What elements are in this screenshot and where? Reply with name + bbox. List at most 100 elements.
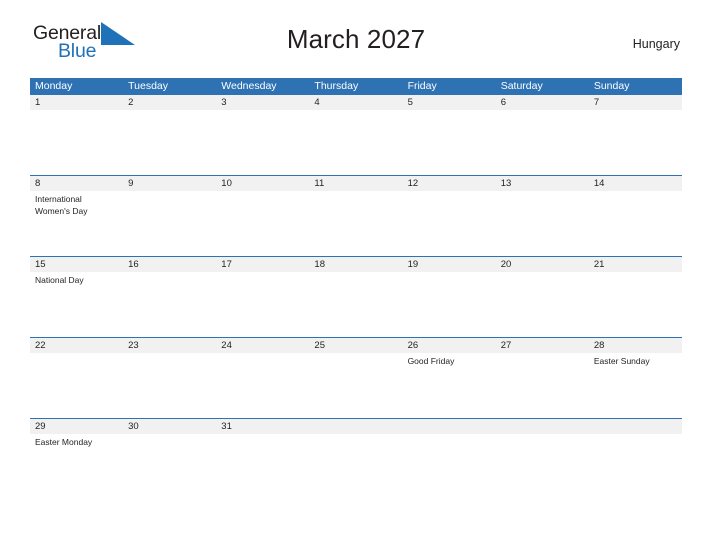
- event-label: Easter Monday: [35, 437, 93, 447]
- day-cell[interactable]: [403, 110, 496, 175]
- day-cell[interactable]: Easter Sunday: [589, 353, 682, 418]
- week-row: 22 23 24 25 26 27 28 Good Friday Easter …: [30, 337, 682, 418]
- day-number[interactable]: 26: [403, 338, 496, 353]
- day-number[interactable]: 5: [403, 95, 496, 110]
- week-date-strip: 8 9 10 11 12 13 14: [30, 176, 682, 191]
- day-cell[interactable]: [589, 110, 682, 175]
- week-event-strip: Good Friday Easter Sunday: [30, 353, 682, 418]
- day-number[interactable]: 25: [309, 338, 402, 353]
- day-cell[interactable]: [403, 191, 496, 256]
- day-cell[interactable]: [589, 191, 682, 256]
- day-cell[interactable]: [496, 272, 589, 337]
- week-row: 15 16 17 18 19 20 21 National Day: [30, 256, 682, 337]
- day-number[interactable]: 27: [496, 338, 589, 353]
- day-cell[interactable]: [30, 110, 123, 175]
- day-cell[interactable]: [309, 191, 402, 256]
- day-number[interactable]: 2: [123, 95, 216, 110]
- event-label: International Women's Day: [35, 194, 88, 216]
- week-date-strip: 15 16 17 18 19 20 21: [30, 257, 682, 272]
- day-cell[interactable]: National Day: [30, 272, 123, 337]
- day-number: [403, 419, 496, 434]
- day-number[interactable]: 30: [123, 419, 216, 434]
- day-cell: [403, 434, 496, 499]
- day-cell[interactable]: [123, 191, 216, 256]
- week-event-strip: National Day: [30, 272, 682, 337]
- week-event-strip: Easter Monday: [30, 434, 682, 499]
- day-cell: [309, 434, 402, 499]
- calendar-page: General Blue March 2027 Hungary Monday T…: [0, 0, 712, 550]
- day-number[interactable]: 6: [496, 95, 589, 110]
- day-number[interactable]: 23: [123, 338, 216, 353]
- day-number[interactable]: 3: [216, 95, 309, 110]
- event-label: Good Friday: [407, 356, 455, 366]
- day-cell[interactable]: International Women's Day: [30, 191, 123, 256]
- day-cell[interactable]: [216, 353, 309, 418]
- day-number[interactable]: 16: [123, 257, 216, 272]
- day-number[interactable]: 28: [589, 338, 682, 353]
- region-label: Hungary: [632, 37, 680, 51]
- day-number[interactable]: 31: [216, 419, 309, 434]
- day-cell[interactable]: [309, 272, 402, 337]
- day-cell[interactable]: [123, 353, 216, 418]
- week-date-strip: 22 23 24 25 26 27 28: [30, 338, 682, 353]
- day-number[interactable]: 4: [309, 95, 402, 110]
- day-cell[interactable]: [30, 353, 123, 418]
- week-row: 1 2 3 4 5 6 7: [30, 95, 682, 175]
- day-number[interactable]: 20: [496, 257, 589, 272]
- day-cell[interactable]: [496, 110, 589, 175]
- day-cell[interactable]: Good Friday: [403, 353, 496, 418]
- day-cell[interactable]: [123, 110, 216, 175]
- day-number[interactable]: 17: [216, 257, 309, 272]
- page-header: General Blue March 2027 Hungary: [30, 0, 682, 62]
- day-number[interactable]: 12: [403, 176, 496, 191]
- day-number[interactable]: 1: [30, 95, 123, 110]
- day-cell[interactable]: [496, 191, 589, 256]
- week-event-strip: [30, 110, 682, 175]
- week-date-strip: 1 2 3 4 5 6 7: [30, 95, 682, 110]
- day-cell[interactable]: Easter Monday: [30, 434, 123, 499]
- weekday-header-row: Monday Tuesday Wednesday Thursday Friday…: [30, 78, 682, 95]
- page-title: March 2027: [286, 24, 426, 54]
- weekday-header-thursday: Thursday: [314, 80, 359, 92]
- day-cell[interactable]: [496, 353, 589, 418]
- day-cell[interactable]: [309, 353, 402, 418]
- day-number[interactable]: 8: [30, 176, 123, 191]
- event-label: National Day: [35, 275, 84, 285]
- day-cell[interactable]: [403, 272, 496, 337]
- day-cell[interactable]: [216, 272, 309, 337]
- weekday-header-saturday: Saturday: [500, 80, 543, 92]
- weekday-header-monday: Monday: [35, 80, 73, 92]
- day-number[interactable]: 14: [589, 176, 682, 191]
- day-number[interactable]: 19: [403, 257, 496, 272]
- day-number[interactable]: 11: [309, 176, 402, 191]
- day-number[interactable]: 18: [309, 257, 402, 272]
- event-label: Easter Sunday: [593, 356, 650, 366]
- week-event-strip: International Women's Day: [30, 191, 682, 256]
- day-number[interactable]: 13: [496, 176, 589, 191]
- day-number[interactable]: 9: [123, 176, 216, 191]
- day-number[interactable]: 10: [216, 176, 309, 191]
- week-row: 8 9 10 11 12 13 14 International Women's…: [30, 175, 682, 256]
- weekday-header-friday: Friday: [407, 80, 437, 92]
- day-cell[interactable]: [123, 272, 216, 337]
- day-cell[interactable]: [216, 191, 309, 256]
- day-cell: [496, 434, 589, 499]
- day-number[interactable]: 29: [30, 419, 123, 434]
- weekday-header-wednesday: Wednesday: [221, 80, 277, 92]
- day-number[interactable]: 7: [589, 95, 682, 110]
- day-cell[interactable]: [309, 110, 402, 175]
- calendar-grid: Monday Tuesday Wednesday Thursday Friday…: [30, 78, 682, 499]
- day-cell[interactable]: [216, 110, 309, 175]
- week-row: 29 30 31 Easter Monday: [30, 418, 682, 499]
- day-cell[interactable]: [123, 434, 216, 499]
- day-number[interactable]: 24: [216, 338, 309, 353]
- day-cell[interactable]: [589, 272, 682, 337]
- day-number: [496, 419, 589, 434]
- day-number[interactable]: 15: [30, 257, 123, 272]
- day-number: [589, 419, 682, 434]
- day-number[interactable]: 22: [30, 338, 123, 353]
- day-number[interactable]: 21: [589, 257, 682, 272]
- weekday-header-tuesday: Tuesday: [128, 80, 169, 92]
- day-cell[interactable]: [216, 434, 309, 499]
- day-cell: [589, 434, 682, 499]
